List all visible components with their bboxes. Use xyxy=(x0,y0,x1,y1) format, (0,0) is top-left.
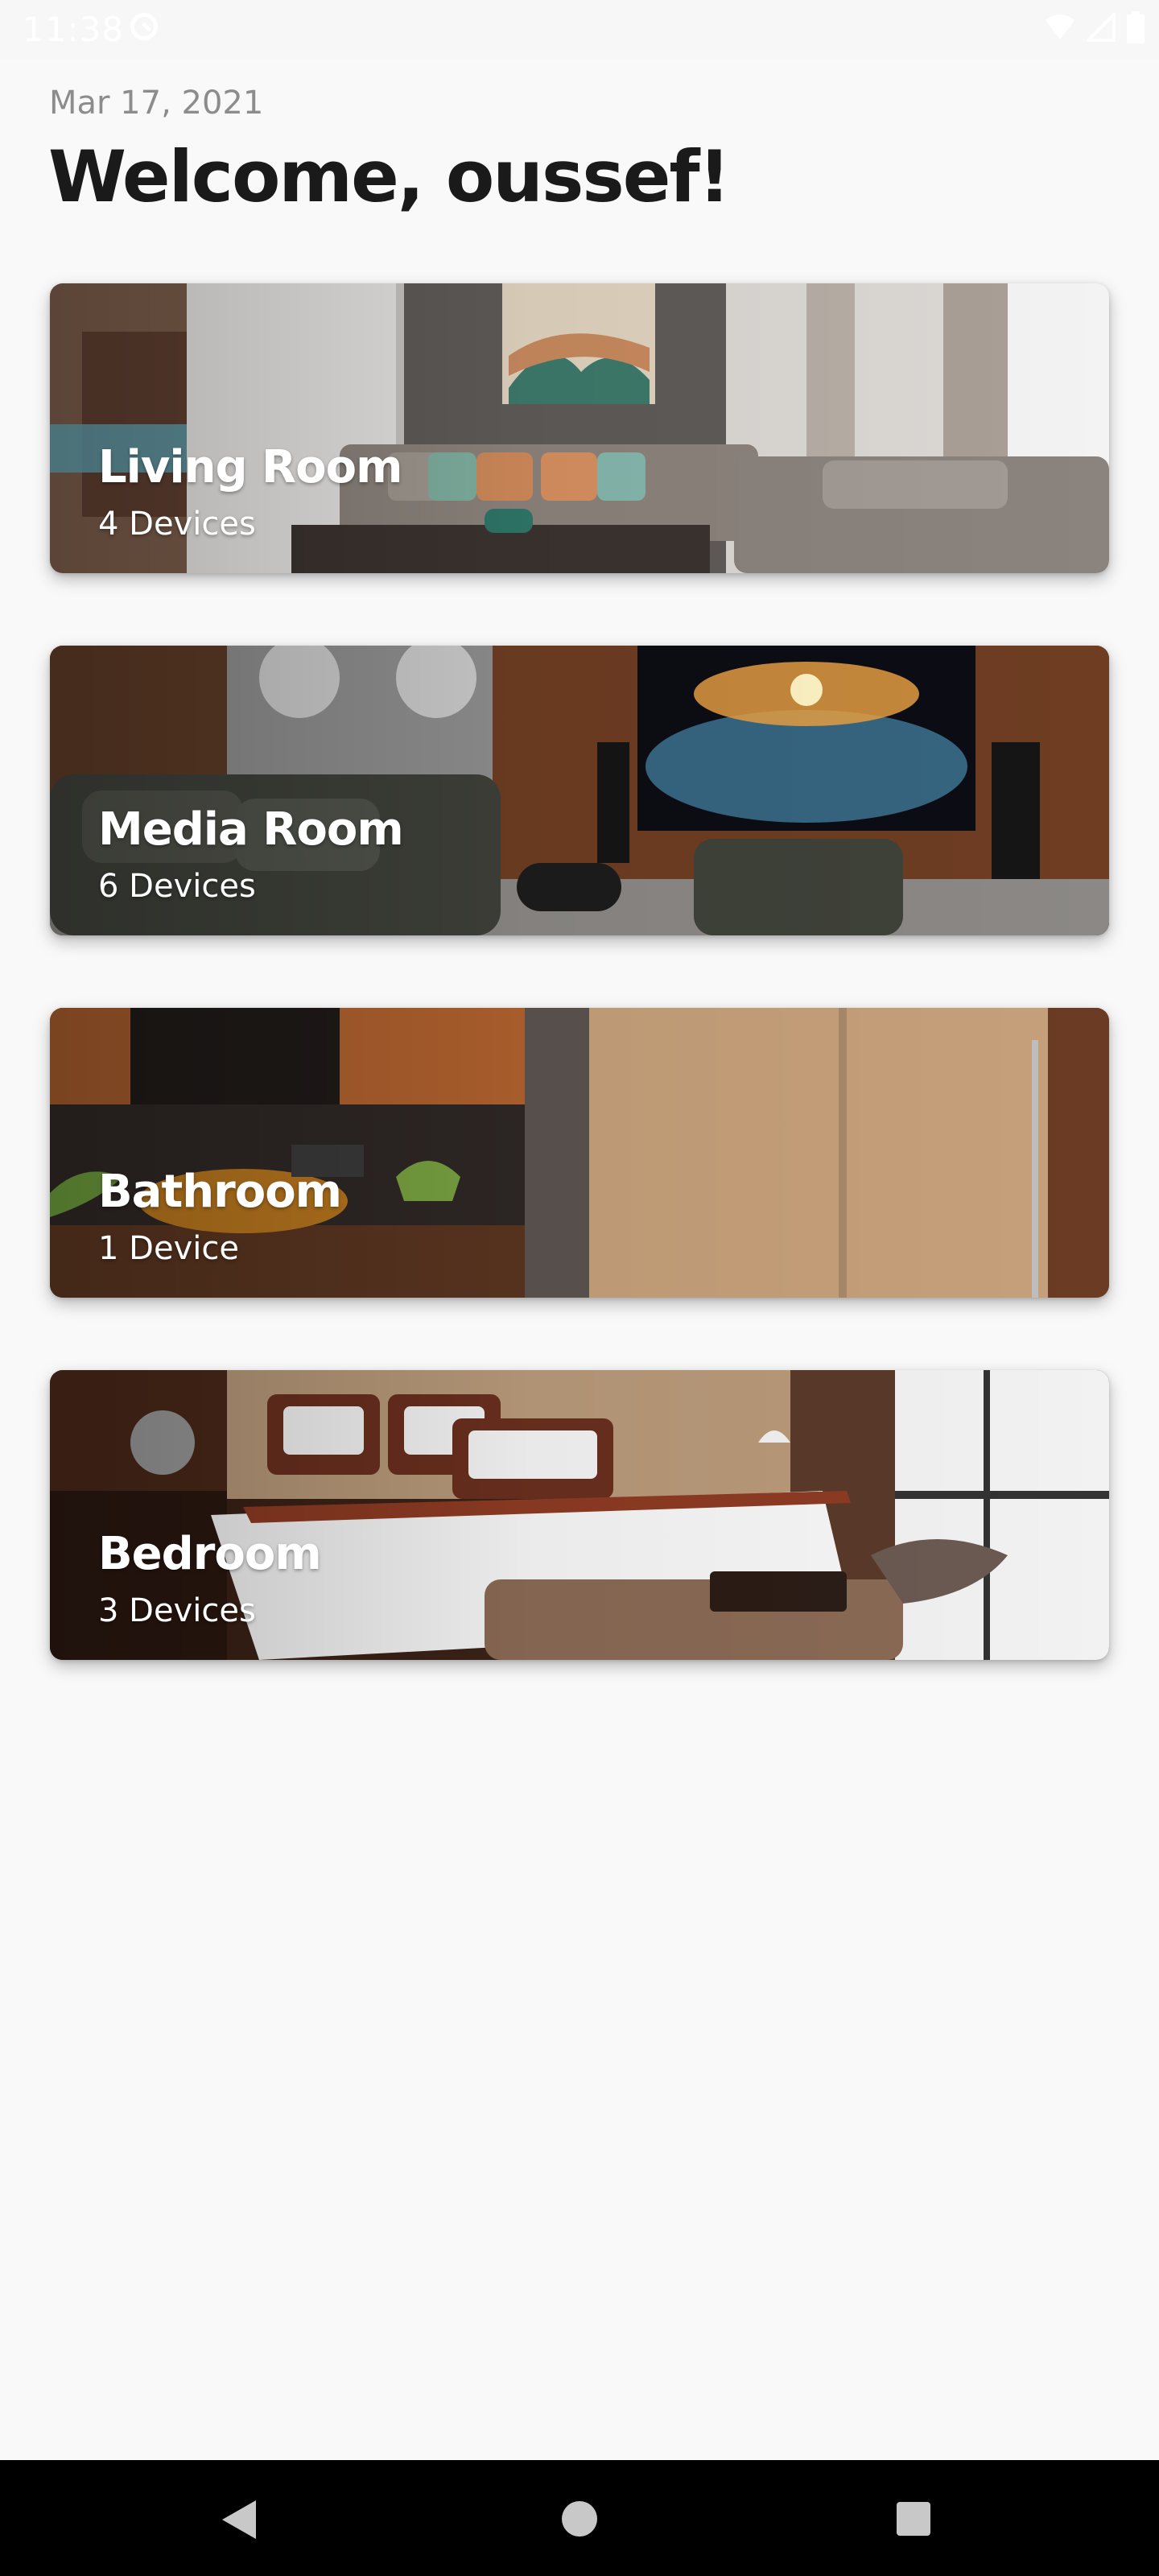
battery-icon xyxy=(1127,11,1145,43)
room-device-count: 4 Devices xyxy=(98,506,256,543)
home-screen: 11:38 Mar 17, 2021 Welcome, oussef! Livi… xyxy=(0,0,1159,2576)
signal-icon xyxy=(1087,13,1116,42)
status-time: 11:38 xyxy=(23,10,125,49)
wifi-icon xyxy=(1046,14,1074,39)
room-name: Media Room xyxy=(98,803,404,856)
room-card-media-room[interactable]: Media Room 6 Devices xyxy=(50,646,1109,935)
room-card-bedroom[interactable]: Bedroom 3 Devices xyxy=(50,1370,1109,1660)
room-name: Bedroom xyxy=(98,1528,322,1580)
status-bar: 11:38 xyxy=(0,0,1159,60)
room-list: Living Room 4 Devices Media Room 6 Devic… xyxy=(50,283,1109,1732)
navigation-bar xyxy=(0,2460,1159,2576)
status-icons xyxy=(1045,11,1145,43)
date-label: Mar 17, 2021 xyxy=(49,85,264,122)
page-title: Welcome, oussef! xyxy=(48,135,731,218)
room-name: Bathroom xyxy=(98,1166,342,1218)
recents-icon[interactable] xyxy=(897,2502,930,2536)
room-device-count: 6 Devices xyxy=(98,868,256,905)
room-device-count: 1 Device xyxy=(98,1230,239,1267)
room-name: Living Room xyxy=(98,441,402,493)
room-card-bathroom[interactable]: Bathroom 1 Device xyxy=(50,1008,1109,1298)
back-icon[interactable] xyxy=(222,2500,256,2539)
room-card-living-room[interactable]: Living Room 4 Devices xyxy=(50,283,1109,573)
room-device-count: 3 Devices xyxy=(98,1592,256,1629)
home-icon[interactable] xyxy=(562,2501,597,2537)
do-not-disturb-icon xyxy=(130,13,158,40)
